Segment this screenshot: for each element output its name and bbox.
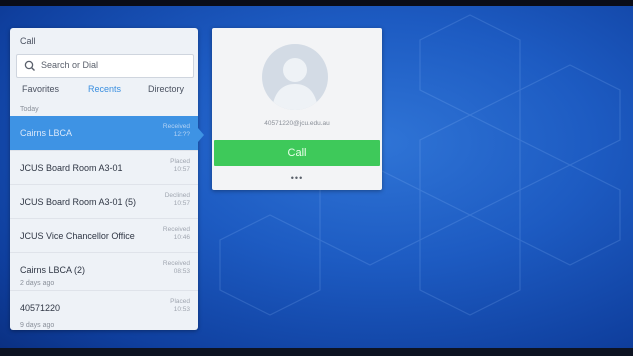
- call-status: Placed: [170, 298, 190, 305]
- call-status: Placed: [170, 158, 190, 165]
- call-time: 10:57: [173, 200, 190, 207]
- contact-name: JCUS Vice Chancellor Office: [20, 231, 135, 241]
- contact-name: Cairns LBCA: [20, 128, 73, 138]
- search-placeholder: Search or Dial: [41, 60, 99, 70]
- search-input[interactable]: Search or Dial: [16, 54, 194, 78]
- section-header-today: Today: [20, 106, 39, 113]
- call-button[interactable]: Call: [214, 140, 380, 166]
- list-item[interactable]: JCUS Board Room A3-01 Placed 10:57: [10, 150, 198, 185]
- panel-title: Call: [20, 36, 36, 46]
- section-header-2-days-ago: 2 days ago: [20, 280, 55, 287]
- search-icon: [24, 60, 35, 71]
- avatar-placeholder-icon: [272, 58, 318, 110]
- call-time: 08:53: [173, 268, 190, 275]
- call-time: 10:46: [173, 234, 190, 241]
- call-time: 12:??: [173, 131, 190, 138]
- section-header-9-days-ago: 9 days ago: [20, 322, 55, 329]
- bezel-top: [0, 0, 633, 6]
- selection-pointer: [198, 128, 204, 142]
- tab-favorites[interactable]: Favorites: [22, 84, 59, 94]
- contact-address: 40571220@jcu.edu.au: [264, 120, 330, 127]
- contact-name: 40571220: [20, 303, 61, 313]
- avatar: [262, 44, 328, 110]
- call-status: Received: [162, 260, 190, 267]
- more-icon[interactable]: •••: [212, 173, 382, 183]
- list-item[interactable]: JCUS Board Room A3-01 (5) Declined 10:57: [10, 184, 198, 219]
- contact-name: JCUS Board Room A3-01: [20, 163, 123, 173]
- call-status: Received: [162, 123, 190, 130]
- tab-recents[interactable]: Recents: [88, 84, 121, 94]
- tab-bar: Favorites Recents Directory: [10, 84, 198, 100]
- list-item[interactable]: 40571220 Placed 10:53: [10, 290, 198, 325]
- call-time: 10:53: [173, 306, 190, 313]
- tab-directory[interactable]: Directory: [148, 84, 184, 94]
- call-status: Received: [162, 226, 190, 233]
- bezel-bottom: [0, 348, 633, 356]
- call-panel: Call Search or Dial Favorites Recents Di…: [10, 28, 198, 330]
- contact-name: JCUS Board Room A3-01 (5): [20, 197, 137, 207]
- call-status: Declined: [164, 192, 190, 199]
- list-item[interactable]: JCUS Vice Chancellor Office Received 10:…: [10, 218, 198, 253]
- contact-name: Cairns LBCA (2): [20, 265, 86, 275]
- list-item[interactable]: Cairns LBCA Received 12:??: [10, 116, 198, 150]
- contact-card: 40571220@jcu.edu.au Call •••: [212, 28, 382, 190]
- call-time: 10:57: [173, 166, 190, 173]
